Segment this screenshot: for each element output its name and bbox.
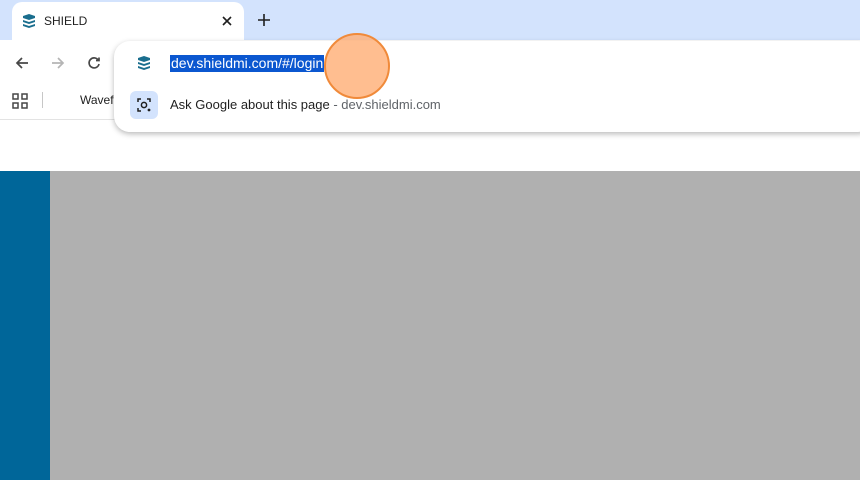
back-button[interactable] xyxy=(11,52,33,74)
tab-strip: SHIELD xyxy=(0,0,860,40)
tab-close-button[interactable] xyxy=(218,12,236,30)
arrow-right-icon xyxy=(52,57,65,69)
shield-favicon-icon xyxy=(23,14,35,28)
suggestion-label: Ask Google about this page - dev.shieldm… xyxy=(170,97,441,112)
tab-title: SHIELD xyxy=(44,14,88,28)
tab-shield[interactable]: SHIELD xyxy=(12,2,244,40)
omnibox-dropdown: dev.shieldmi.com/#/login Ask Google abou… xyxy=(114,41,860,132)
shield-favicon-icon xyxy=(138,56,150,70)
apps-grid-icon[interactable] xyxy=(11,92,29,110)
suggestion-domain: dev.shieldmi.com xyxy=(341,97,441,112)
suggestion-separator: - xyxy=(329,97,342,112)
plus-icon xyxy=(258,14,270,26)
google-lens-icon xyxy=(130,91,158,119)
reload-button[interactable] xyxy=(83,52,105,74)
suggestion-text: Ask Google about this page xyxy=(170,97,330,112)
reload-icon xyxy=(88,57,100,69)
page-main-area xyxy=(50,171,860,480)
forward-button[interactable] xyxy=(47,52,69,74)
new-tab-button[interactable] xyxy=(254,10,274,30)
bookmark-item[interactable]: Wavefr xyxy=(80,93,118,107)
page-sidebar xyxy=(0,171,50,480)
arrow-left-icon xyxy=(15,57,28,69)
omnibox-suggestion-ask-google[interactable]: Ask Google about this page - dev.shieldm… xyxy=(114,89,860,121)
address-bar-url[interactable]: dev.shieldmi.com/#/login xyxy=(170,55,325,72)
bookmarks-separator xyxy=(42,92,43,108)
omnibox-input-row[interactable]: dev.shieldmi.com/#/login xyxy=(114,41,860,85)
close-icon xyxy=(222,16,232,26)
